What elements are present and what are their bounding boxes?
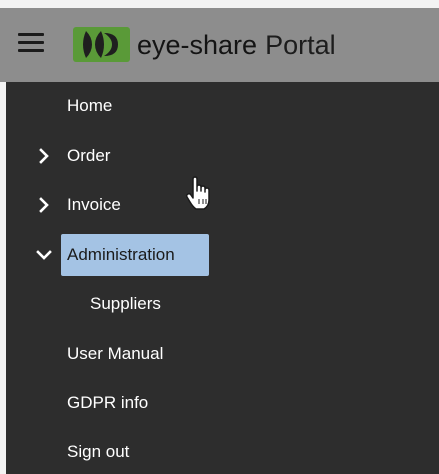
hamburger-bar <box>18 49 44 52</box>
sidebar-item-label: Invoice <box>67 195 121 214</box>
sidebar-item-label: Home <box>67 96 113 115</box>
sidebar-item-label: Sign out <box>67 442 130 461</box>
chevron-right-icon[interactable] <box>36 148 52 164</box>
eye-share-logo-icon[interactable] <box>73 27 130 62</box>
hand-pointer-cursor-icon <box>185 176 210 210</box>
app-title[interactable]: eye-share Portal <box>137 29 336 61</box>
sidebar-item-label: Suppliers <box>90 294 161 313</box>
sidebar-item-label: User Manual <box>67 344 164 363</box>
sidebar-item-label: Order <box>67 146 111 165</box>
chevron-right-icon[interactable] <box>36 197 52 213</box>
hamburger-bar <box>18 33 44 36</box>
chevron-down-icon[interactable] <box>36 247 52 263</box>
sidebar-item-label: Administration <box>67 245 175 264</box>
sidebar-item-label: GDPR info <box>67 393 149 412</box>
hamburger-menu-icon[interactable] <box>18 32 44 54</box>
brand-name: eye-share <box>137 30 258 60</box>
sidebar-nav: Home Order Invoice Administration Suppli… <box>6 82 439 474</box>
hamburger-bar <box>18 41 44 44</box>
product-name: Portal <box>265 30 336 60</box>
top-header: eye-share Portal <box>0 8 439 82</box>
